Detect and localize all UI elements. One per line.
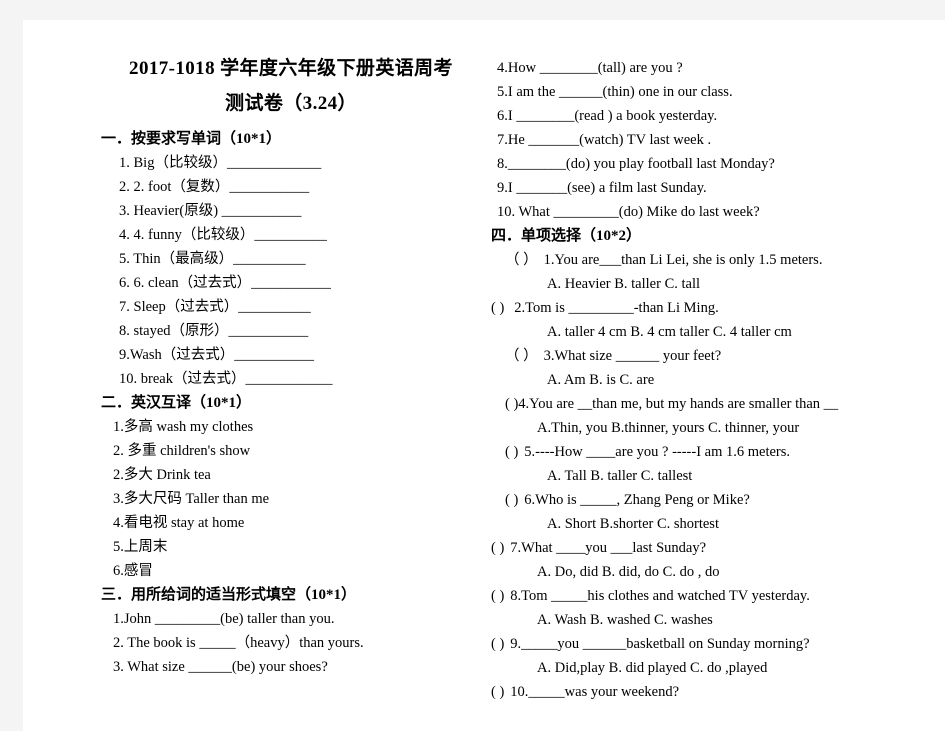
section-three-item: 10. What _________(do) Mike do last week… (497, 204, 760, 220)
choice-question: （ ） 3.What size ______ your feet? (491, 344, 935, 368)
question-stem: 10._____was your weekend? (510, 684, 680, 700)
section-three-item: 3. What size ______(be) your shoes? (113, 659, 328, 675)
section-three-item: 4.How ________(tall) are you ? (497, 60, 683, 76)
section-two-item: 6.感冒 (113, 563, 153, 579)
section-two-item: 1.多高 wash my clothes (113, 419, 254, 435)
choice-question: ( ) 6.Who is _____, Zhang Peng or Mike? (491, 488, 935, 512)
choice-question: ( ) 8.Tom _____his clothes and watched TV… (491, 584, 935, 608)
choice-options[interactable]: A. Heavier B. taller C. tall (491, 272, 935, 296)
section-three-item: 5.I am the ______(thin) one in our class… (497, 84, 733, 100)
section-one-item: 7. Sleep（过去式）__________ (119, 299, 311, 315)
section-one-item: 8. stayed（原形）___________ (119, 323, 309, 339)
section-one-item: 10. break（过去式）____________ (119, 371, 333, 387)
section-three-item: 8.________(do) you play football last Mo… (497, 156, 775, 172)
question-stem: 7.What ____you ___last Sunday? (510, 540, 707, 556)
section-two-item: 4.看电视 stay at home (113, 515, 245, 531)
section-one-item: 1. Big（比较级）_____________ (119, 155, 322, 171)
section-one-item: 3. Heavier(原级) ___________ (119, 203, 302, 219)
choice-options[interactable]: A. Am B. is C. are (491, 368, 935, 392)
choice-options[interactable]: A. Tall B. taller C. tallest (491, 464, 935, 488)
answer-bracket[interactable]: ( ) (505, 396, 518, 412)
choice-options[interactable]: A. Wash B. washed C. washes (491, 608, 935, 632)
two-column-layout: 2017-1018 学年度六年级下册英语周考 测试卷（3.24） 一．按要求写单… (23, 20, 945, 731)
question-stem: 8.Tom _____his clothes and watched TV ye… (510, 588, 810, 604)
answer-bracket[interactable]: ( ) (491, 684, 504, 700)
answer-bracket[interactable]: ( ) (491, 636, 504, 652)
answer-bracket[interactable]: （ ） (505, 348, 538, 364)
page-title: 2017-1018 学年度六年级下册英语周考 (129, 58, 453, 79)
answer-bracket[interactable]: ( ) (491, 300, 504, 316)
choice-options[interactable]: A. Do, did B. did, do C. do , do (491, 560, 935, 584)
question-stem: 9._____you ______basketball on Sunday mo… (510, 636, 810, 652)
section-one-item: 5. Thin（最高级）__________ (119, 251, 306, 267)
section-three-item: 6.I ________(read ) a book yesterday. (497, 108, 718, 124)
right-column: 4.How ________(tall) are you ? 5.I am th… (491, 20, 935, 704)
exam-paper-page: 2017-1018 学年度六年级下册英语周考 测试卷（3.24） 一．按要求写单… (23, 20, 945, 731)
section-two-item: 2. 多重 children's show (113, 443, 251, 459)
section-three-item: 9.I _______(see) a film last Sunday. (497, 180, 707, 196)
question-stem: 5.----How ____are you ? -----I am 1.6 me… (524, 444, 791, 460)
answer-bracket[interactable]: ( ) (505, 444, 518, 460)
choice-options[interactable]: A. Did,play B. did played C. do ,played (491, 656, 935, 680)
section-three-item: 7.He _______(watch) TV last week . (497, 132, 712, 148)
choice-question: ( )4.You are __than me, but my hands are… (491, 392, 935, 416)
choice-options[interactable]: A. taller 4 cm B. 4 cm taller C. 4 talle… (491, 320, 935, 344)
section-one-item: 4. 4. funny（比较级）__________ (119, 227, 327, 243)
section-one-item: 2. 2. foot（复数）___________ (119, 179, 310, 195)
choice-question: （ ） 1.You are___than Li Lei, she is only … (491, 248, 935, 272)
question-stem: 4.You are __than me, but my hands are sm… (518, 396, 839, 412)
section-two-heading: 二．英汉互译（10*1） (101, 395, 252, 411)
section-one-item: 9.Wash（过去式）___________ (119, 347, 314, 363)
question-stem: 1.You are___than Li Lei, she is only 1.5… (543, 252, 823, 268)
section-two-item: 2.多大 Drink tea (113, 467, 211, 483)
left-column: 2017-1018 学年度六年级下册英语周考 测试卷（3.24） 一．按要求写单… (101, 20, 481, 679)
section-one-item: 6. 6. clean（过去式）___________ (119, 275, 331, 291)
section-three-item: 1.John _________(be) taller than you. (113, 611, 335, 627)
answer-bracket[interactable]: ( ) (491, 588, 504, 604)
choice-question: ( ) 7.What ____you ___last Sunday? (491, 536, 935, 560)
choice-question: ( ) 5.----How ____are you ? -----I am 1.6… (491, 440, 935, 464)
choice-options[interactable]: A. Short B.shorter C. shortest (491, 512, 935, 536)
section-four-heading: 四．单项选择（10*2） (491, 228, 642, 244)
section-three-heading: 三．用所给词的适当形式填空（10*1） (101, 587, 357, 603)
section-one-heading: 一．按要求写单词（10*1） (101, 131, 282, 147)
question-stem: 6.Who is _____, Zhang Peng or Mike? (524, 492, 750, 508)
question-stem: 3.What size ______ your feet? (543, 348, 722, 364)
section-two-item: 3.多大尺码 Taller than me (113, 491, 270, 507)
section-two-item: 5.上周末 (113, 539, 168, 555)
answer-bracket[interactable]: ( ) (491, 540, 504, 556)
section-three-item: 2. The book is _____（heavy）than yours. (113, 635, 364, 651)
choice-question: ( ) 9._____you ______basketball on Sunday… (491, 632, 935, 656)
question-stem: 2.Tom is _________-than Li Ming. (514, 300, 719, 316)
choice-options[interactable]: A.Thin, you B.thinner, yours C. thinner,… (491, 416, 935, 440)
answer-bracket[interactable]: （ ） (505, 252, 538, 268)
answer-bracket[interactable]: ( ) (505, 492, 518, 508)
choice-question: ( ) 10._____was your weekend? (491, 680, 935, 704)
choice-question: ( ) 2.Tom is _________-than Li Ming. (491, 296, 935, 320)
page-subtitle: 测试卷（3.24） (225, 93, 357, 114)
